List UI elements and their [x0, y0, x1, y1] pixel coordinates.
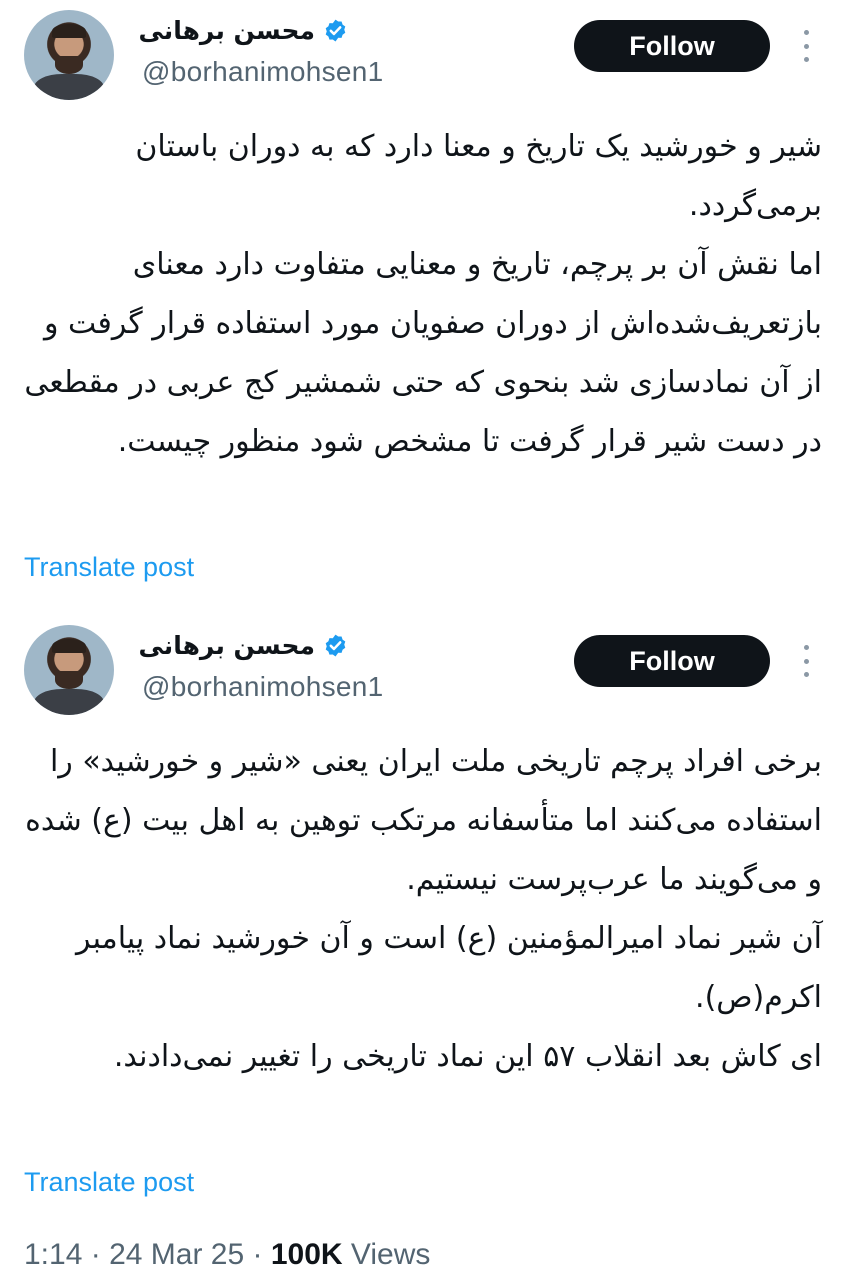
avatar[interactable]	[24, 10, 114, 100]
author-handle[interactable]: @borhanimohsen1	[142, 56, 384, 88]
author-handle[interactable]: @borhanimohsen1	[142, 671, 384, 703]
follow-button[interactable]: Follow	[574, 20, 770, 72]
views-label: Views	[350, 1238, 431, 1271]
separator: ·	[90, 1238, 101, 1271]
post-date[interactable]: 24 Mar 25	[109, 1238, 244, 1271]
verified-badge-icon	[325, 634, 346, 657]
author-row: محسن برهانی	[139, 16, 348, 45]
tweet-meta: 1:14 · 24 Mar 25 · 100K Views	[24, 1238, 430, 1272]
translate-post-link[interactable]: Translate post	[24, 1167, 194, 1198]
separator: ·	[252, 1238, 263, 1271]
author-row: محسن برهانی	[139, 631, 348, 660]
more-vertical-icon[interactable]	[796, 26, 816, 66]
tweet-text: برخی افراد پرچم تاریخی ملت ایران یعنی «ش…	[25, 744, 822, 1074]
post-time[interactable]: 1:14	[24, 1238, 82, 1271]
translate-post-link[interactable]: Translate post	[24, 552, 194, 583]
author-name[interactable]: محسن برهانی	[139, 16, 315, 45]
author-name[interactable]: محسن برهانی	[139, 631, 315, 660]
tweet-text: شیر و خورشید یک تاریخ و معنا دارد که به …	[24, 129, 822, 459]
more-vertical-icon[interactable]	[796, 641, 816, 681]
views-count: 100K	[270, 1238, 343, 1271]
follow-button[interactable]: Follow	[574, 635, 770, 687]
verified-badge-icon	[325, 19, 346, 42]
avatar[interactable]	[24, 625, 114, 715]
